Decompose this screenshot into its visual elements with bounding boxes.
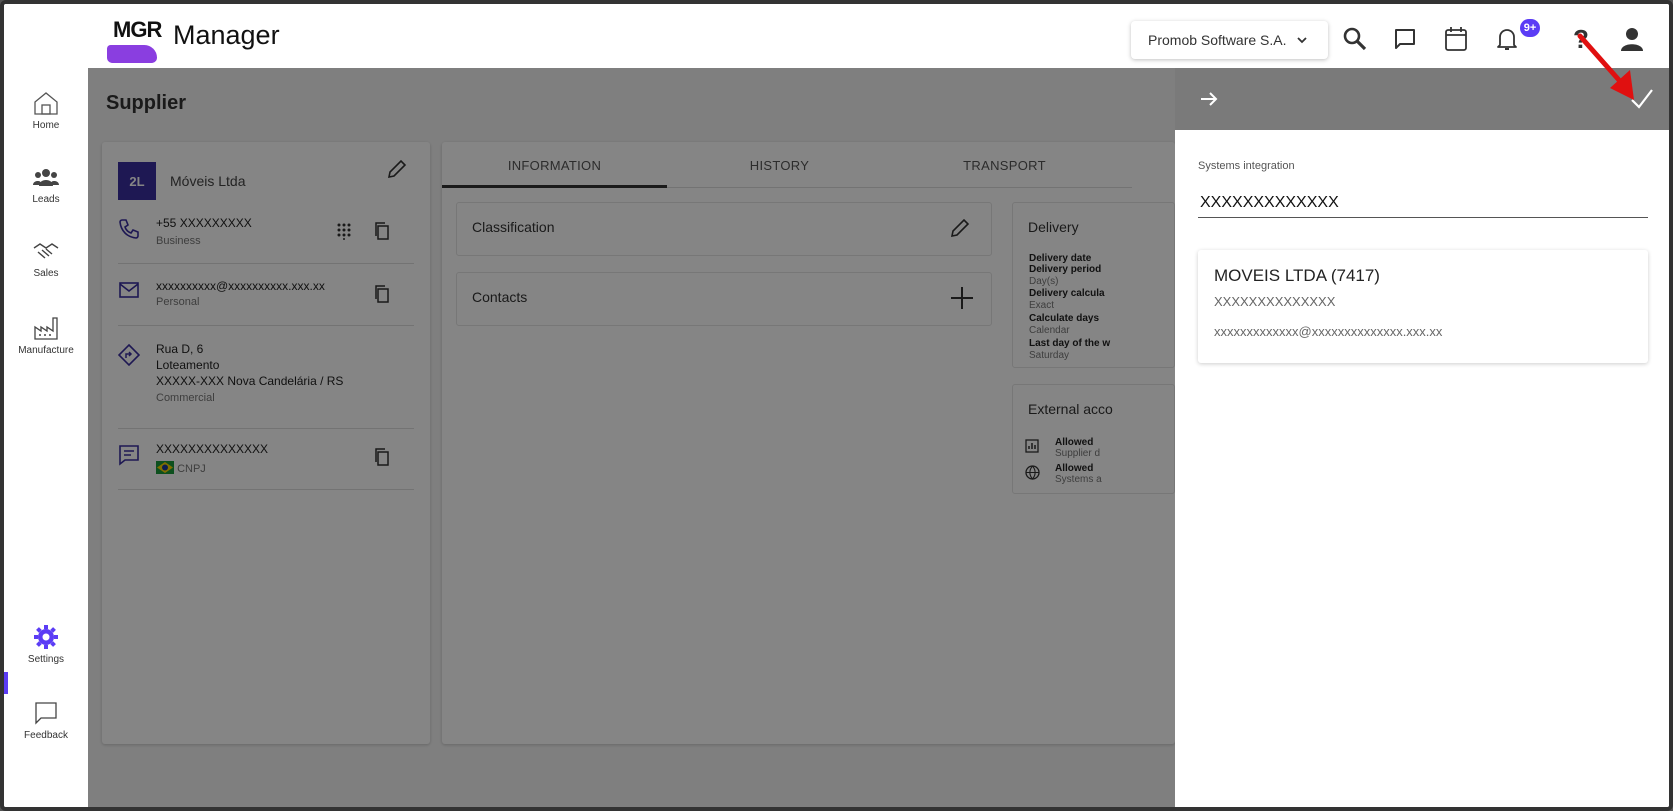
sidebar-item-manufacture[interactable]: Manufacture bbox=[4, 315, 88, 356]
sidebar-item-leads[interactable]: Leads bbox=[4, 166, 88, 205]
people-icon bbox=[33, 169, 59, 186]
annotation-arrow-icon bbox=[1577, 33, 1634, 100]
logo-shape bbox=[107, 45, 157, 63]
gear-icon bbox=[34, 625, 58, 649]
factory-icon bbox=[34, 317, 58, 340]
sidebar-item-home[interactable]: Home bbox=[4, 90, 88, 131]
app-logo[interactable]: MGR bbox=[107, 13, 162, 63]
top-bar: MGR Manager Promob Software S.A. 9+ ? bbox=[4, 4, 1669, 68]
sidebar-item-label: Manufacture bbox=[18, 345, 74, 356]
feedback-icon bbox=[35, 702, 57, 725]
sidebar-item-label: Leads bbox=[32, 194, 60, 205]
result-subtitle: XXXXXXXXXXXXXX bbox=[1214, 294, 1336, 309]
app-title: Manager bbox=[173, 20, 280, 50]
search-icon[interactable] bbox=[1340, 24, 1370, 54]
arrow-right-icon[interactable] bbox=[1198, 88, 1220, 110]
bell-icon[interactable] bbox=[1492, 24, 1522, 54]
search-result-card[interactable]: MOVEIS LTDA (7417) XXXXXXXXXXXXXX xxxxxx… bbox=[1198, 250, 1648, 363]
sidebar-item-label: Settings bbox=[27, 654, 65, 665]
sidebar-item-settings[interactable]: Settings bbox=[4, 624, 88, 665]
sidebar-item-label: Home bbox=[32, 120, 60, 131]
company-name: Promob Software S.A. bbox=[1148, 32, 1287, 48]
sidebar-item-label: Feedback bbox=[24, 730, 68, 741]
calendar-icon[interactable] bbox=[1441, 24, 1471, 54]
sidebar: Home Leads Sales Manufacture Settings Fe… bbox=[4, 68, 88, 807]
result-title: MOVEIS LTDA (7417) bbox=[1214, 266, 1380, 285]
company-selector[interactable]: Promob Software S.A. bbox=[1131, 21, 1328, 59]
field-label: Systems integration bbox=[1198, 160, 1295, 172]
result-email: xxxxxxxxxxxxx@xxxxxxxxxxxxxx.xxx.xx bbox=[1214, 324, 1443, 339]
home-icon bbox=[34, 92, 58, 115]
app-window: MGR Manager Promob Software S.A. 9+ ? Ho… bbox=[0, 0, 1673, 811]
notification-badge: 9+ bbox=[1520, 19, 1540, 37]
chevron-down-icon bbox=[1296, 37, 1307, 44]
logo-text: MGR bbox=[113, 17, 162, 42]
sidebar-item-label: Sales bbox=[33, 268, 59, 279]
sidebar-item-sales[interactable]: Sales bbox=[4, 240, 88, 279]
chat-icon[interactable] bbox=[1390, 24, 1420, 54]
handshake-icon bbox=[33, 243, 59, 259]
modal-overlay[interactable] bbox=[88, 68, 1175, 807]
active-indicator bbox=[4, 672, 8, 694]
systems-integration-input[interactable] bbox=[1198, 188, 1648, 218]
sidebar-item-feedback[interactable]: Feedback bbox=[4, 700, 88, 741]
systems-integration-panel: Systems integration MOVEIS LTDA (7417) X… bbox=[1175, 68, 1669, 807]
